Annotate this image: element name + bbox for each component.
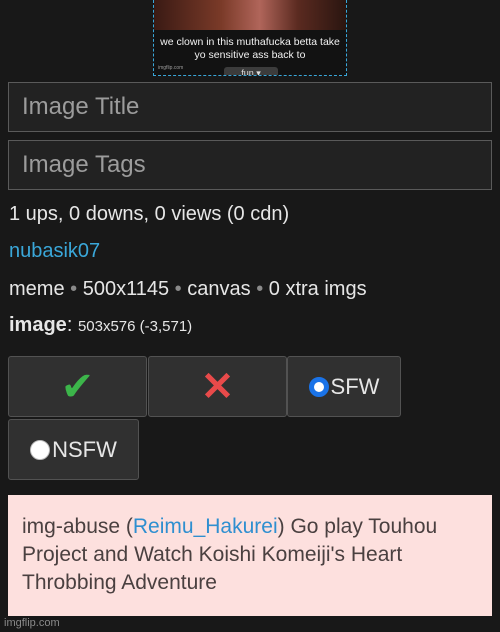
sfw-radio-button[interactable]: SFW [287, 356, 401, 417]
meta-dimensions: 500x1145 [82, 278, 170, 300]
check-icon: ✔ [60, 364, 95, 409]
img-abuse-notice: img-abuse (Reimu_Hakurei) Go play Touhou… [8, 495, 492, 616]
meme-preview-thumbnail[interactable]: we clown in this muthafucka betta take y… [153, 0, 347, 76]
radio-unselected-icon[interactable] [30, 439, 51, 460]
sfw-label: SFW [330, 373, 380, 399]
meta-separator: • [256, 278, 264, 300]
uploader-link[interactable]: nubasik07 [9, 240, 100, 262]
image-tags-input[interactable] [8, 140, 492, 190]
meta-separator: • [70, 278, 78, 300]
vote-stats: 1 ups, 0 downs, 0 views (0 cdn) [9, 203, 290, 225]
abuse-user-link[interactable]: Reimu_Hakurei [133, 515, 278, 538]
preview-pill: fun ▾ [224, 67, 278, 75]
image-info-label: image [9, 314, 67, 336]
preview-photo [154, 0, 346, 30]
preview-watermark: imgflip.com [158, 65, 184, 71]
preview-caption: we clown in this muthafucka betta take y… [160, 36, 340, 61]
meme-meta-row: meme • 500x1145 • canvas • 0 xtra imgs [9, 278, 367, 301]
meta-separator: • [174, 278, 182, 300]
nsfw-label: NSFW [52, 436, 117, 462]
image-info-colon: : [66, 314, 73, 336]
reject-button[interactable]: ✕ [148, 356, 287, 417]
footer-watermark: imgflip.com [4, 617, 60, 629]
image-title-input[interactable] [8, 82, 492, 132]
meta-render: canvas [187, 278, 251, 300]
radio-selected-icon[interactable] [308, 376, 329, 397]
image-info-value: 503x576 (-3,571) [77, 318, 193, 335]
image-info-row: image: 503x576 (-3,571) [9, 314, 192, 337]
meta-type: meme [9, 278, 65, 300]
x-icon: ✕ [200, 364, 235, 409]
approve-button[interactable]: ✔ [8, 356, 147, 417]
nsfw-radio-button[interactable]: NSFW [8, 419, 139, 480]
abuse-prefix: img-abuse ( [22, 515, 133, 538]
meta-extra-imgs: 0 xtra imgs [268, 278, 367, 300]
